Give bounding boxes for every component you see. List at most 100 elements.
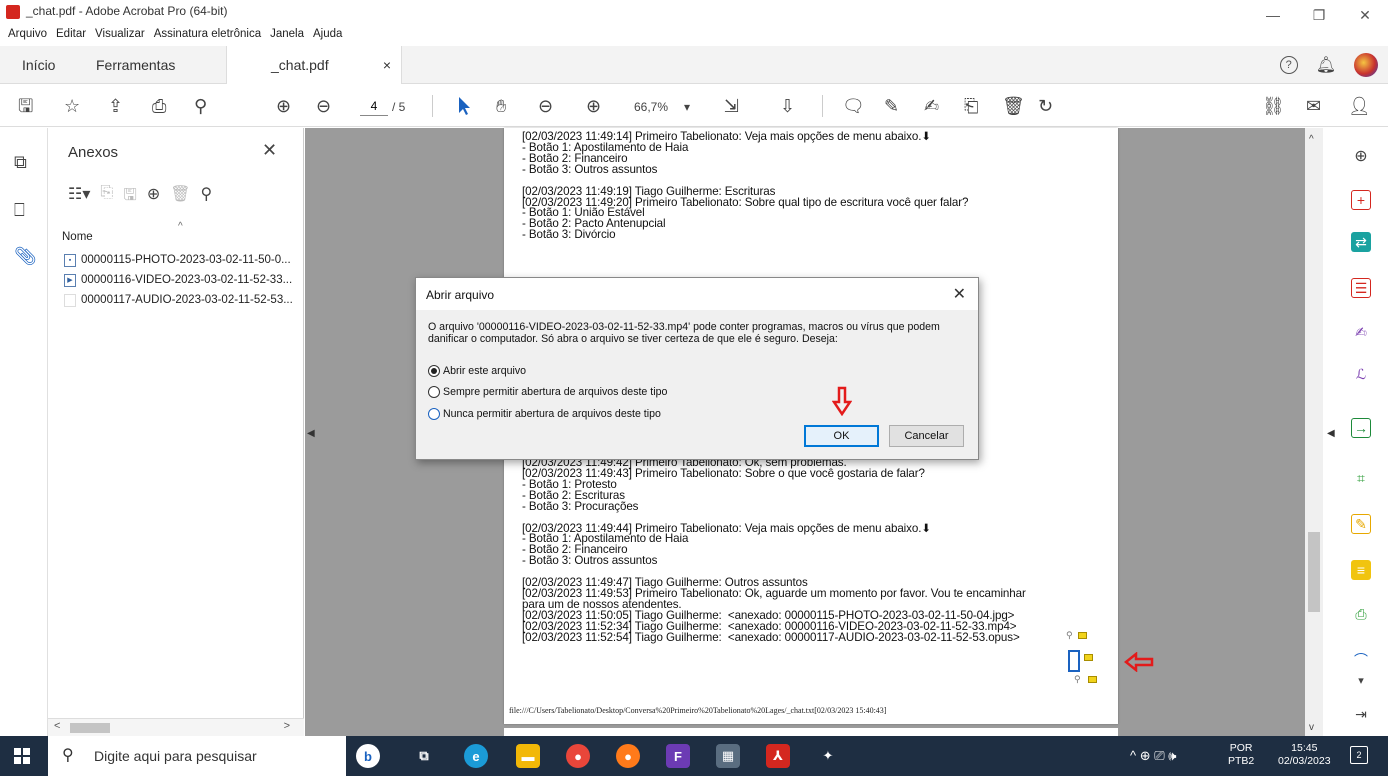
email-icon[interactable]: ✉︎ (1306, 95, 1321, 117)
stamp-icon[interactable]: ⎗ (964, 95, 978, 117)
file-explorer-icon[interactable]: ▬ (516, 744, 540, 768)
list-item[interactable]: ▶ 00000116-VIDEO-2023-03-02-11-52-33... (64, 270, 304, 290)
zoom-level[interactable]: 66,7% (634, 96, 668, 118)
menu-assinatura[interactable]: Assinatura eletrônica (154, 28, 261, 46)
paint-icon[interactable]: ✦ (816, 744, 840, 768)
radio-button[interactable] (428, 386, 440, 398)
attachments-clip-icon[interactable]: 📎︎ (14, 246, 37, 267)
edit-pdf-icon[interactable]: ✎ (1351, 514, 1371, 534)
taskbar-search-box[interactable]: ⚲ Digite aqui para pesquisar (48, 736, 346, 776)
page-number-input[interactable] (360, 96, 388, 116)
edge-icon[interactable]: e (464, 744, 488, 768)
options-menu-icon[interactable]: ☷▾ (68, 184, 90, 211)
rotate-icon[interactable]: ↻ (1038, 95, 1053, 117)
scan-ocr-icon[interactable]: ⌗ (1351, 468, 1371, 488)
scroll-thumb[interactable] (70, 723, 110, 733)
page-down-icon[interactable]: ⊖ (316, 95, 331, 117)
scroll-mode-icon[interactable]: ⇩ (780, 95, 795, 117)
collapse-right-panel-icon[interactable]: ◀ (1327, 428, 1335, 439)
menu-janela[interactable]: Janela (270, 28, 304, 46)
fill-sign-icon[interactable]: ℒ (1351, 364, 1371, 384)
more-tools-icon[interactable]: ⌒ (1351, 650, 1371, 670)
print-icon[interactable]: ⎙ (152, 95, 166, 117)
tab-home[interactable]: Início (22, 46, 55, 84)
page-up-icon[interactable]: ⊕ (276, 95, 291, 117)
chevron-down-icon[interactable]: ▾ (1351, 670, 1371, 690)
add-user-icon[interactable]: 👤︎ (1348, 95, 1371, 117)
pen-icon[interactable]: ✎ (884, 95, 899, 117)
radio-always-allow[interactable]: Sempre permitir abertura de arquivos des… (428, 384, 667, 400)
radio-never-allow[interactable]: Nunca permitir abertura de arquivos dest… (428, 406, 661, 422)
radio-open-file[interactable]: Abrir este arquivo (428, 363, 526, 379)
firefox-icon[interactable]: ● (616, 744, 640, 768)
avatar[interactable] (1354, 53, 1378, 77)
zoom-magnifier-icon[interactable]: ⊕ (1351, 146, 1371, 166)
expand-rail-icon[interactable]: ⇥ (1351, 704, 1371, 724)
hand-tool-icon[interactable]: ✋︎ (496, 95, 506, 117)
cancel-button[interactable]: Cancelar (889, 425, 964, 447)
comment-icon[interactable]: 🗨︎ (842, 95, 865, 117)
radio-button[interactable] (428, 408, 440, 420)
radio-button[interactable] (428, 365, 440, 377)
column-header-name[interactable]: Nome (62, 231, 93, 243)
scroll-thumb[interactable] (1308, 532, 1320, 612)
zoom-out-icon[interactable]: ⊖ (538, 95, 553, 117)
calculator-icon[interactable]: ▦ (716, 744, 740, 768)
print-production-icon[interactable]: ⎙ (1351, 604, 1371, 624)
dialog-close-icon[interactable]: ✕ (953, 284, 966, 304)
comment-tool-icon[interactable]: ≡ (1351, 560, 1371, 580)
system-clock[interactable]: 15:45 02/03/2023 (1278, 742, 1331, 768)
save-icon[interactable]: 🖫 (18, 95, 33, 117)
system-tray-icons[interactable]: ^ ⊕ ⎚ 🕪 (1130, 748, 1176, 764)
note-icon[interactable] (1088, 676, 1097, 683)
language-indicator[interactable]: POR PTB2 (1228, 742, 1254, 768)
list-item[interactable]: ▪ 00000115-PHOTO-2023-03-02-11-50-0... (64, 250, 304, 270)
menu-visualizar[interactable]: Visualizar (95, 28, 145, 46)
chrome-icon[interactable]: ● (566, 744, 590, 768)
bookmark-star-icon[interactable]: ☆ (64, 95, 80, 117)
search-zoom-icon[interactable]: ⚲ (194, 95, 207, 117)
restore-button[interactable]: ❐ (1296, 0, 1342, 30)
app-f-icon[interactable]: F (666, 744, 690, 768)
tab-document[interactable]: _chat.pdf × (226, 46, 402, 84)
tab-tools[interactable]: Ferramentas (96, 46, 175, 84)
zoom-dropdown-icon[interactable]: ▾ (684, 96, 690, 118)
windows-start-icon[interactable] (14, 748, 30, 764)
ok-button[interactable]: OK (804, 425, 879, 447)
menu-arquivo[interactable]: Arquivo (8, 28, 47, 46)
attachment-clip-icon[interactable]: ⚲ (1066, 630, 1073, 641)
upload-cloud-icon[interactable]: ⇪ (108, 95, 123, 117)
request-signature-icon[interactable]: ✍︎ (1351, 322, 1371, 342)
menu-ajuda[interactable]: Ajuda (313, 28, 342, 46)
selected-attachment-highlight[interactable] (1068, 650, 1080, 672)
list-item[interactable]: 00000117-AUDIO-2023-03-02-11-52-53... (64, 290, 304, 310)
fit-page-icon[interactable]: ⇲ (724, 95, 739, 117)
panel-close-icon[interactable]: ✕ (262, 140, 277, 161)
tab-close-icon[interactable]: × (383, 57, 391, 73)
organize-pages-icon[interactable]: ☰ (1351, 278, 1371, 298)
menu-editar[interactable]: Editar (56, 28, 86, 46)
horizontal-scrollbar[interactable]: < > (48, 718, 304, 736)
add-attachment-icon[interactable]: ⊕ (147, 184, 160, 211)
notification-icon[interactable]: 2 (1350, 746, 1368, 764)
combine-files-icon[interactable]: ⇄ (1351, 232, 1371, 252)
note-icon[interactable] (1084, 654, 1093, 661)
note-icon[interactable] (1078, 632, 1087, 639)
minimize-button[interactable]: — (1250, 0, 1296, 30)
pages-icon[interactable]: ⧉ (14, 152, 27, 173)
bing-icon[interactable]: b (356, 744, 380, 768)
collapse-left-panel-icon[interactable]: ◀ (307, 428, 315, 439)
bookmarks-icon[interactable]: ⎕ (14, 200, 25, 221)
delete-icon[interactable]: 🗑︎ (1002, 95, 1025, 117)
task-view-icon[interactable]: ⧉ (412, 744, 436, 768)
scroll-down-icon[interactable]: v (1309, 722, 1314, 733)
scroll-right-icon[interactable]: > (284, 720, 290, 732)
vertical-scrollbar[interactable]: ^ v (1305, 128, 1323, 736)
attachment-clip-icon[interactable]: ⚲ (1074, 674, 1081, 685)
help-icon[interactable]: ? (1279, 56, 1298, 74)
acrobat-taskbar-icon[interactable]: ⅄ (766, 744, 790, 768)
zoom-in-icon[interactable]: ⊕ (586, 95, 601, 117)
close-window-button[interactable]: ✕ (1342, 0, 1388, 30)
select-cursor-icon[interactable] (456, 95, 472, 117)
create-pdf-icon[interactable]: + (1351, 190, 1371, 210)
